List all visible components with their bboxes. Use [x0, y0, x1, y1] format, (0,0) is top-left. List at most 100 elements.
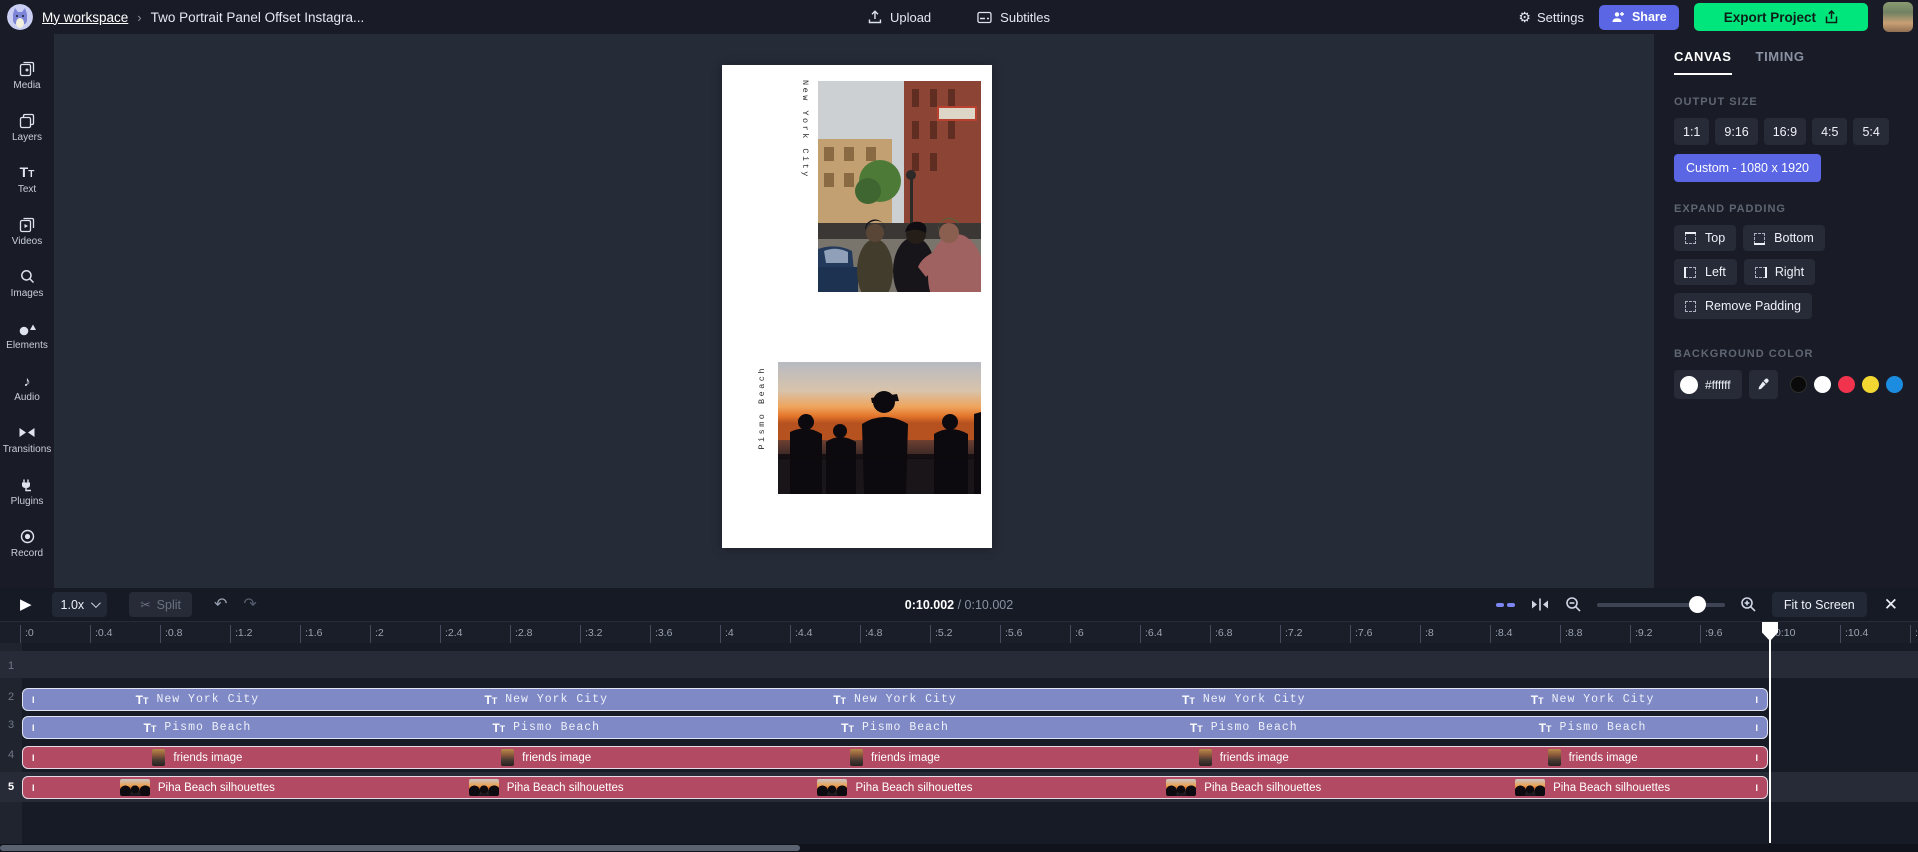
sidebar-item-text[interactable]: TT Text: [0, 164, 54, 196]
color-hex-button[interactable]: #ffffff: [1674, 370, 1742, 399]
video-canvas[interactable]: New York City Pismo Beach: [722, 65, 992, 548]
split-view-icon[interactable]: [1530, 597, 1550, 612]
color-swatch[interactable]: [1885, 376, 1903, 393]
project-title[interactable]: Two Portrait Panel Offset Instagra...: [151, 10, 365, 25]
canvas-text-new-york-city[interactable]: New York City: [800, 80, 810, 179]
sidebar-item-layers[interactable]: Layers: [0, 112, 54, 144]
share-label: Share: [1631, 10, 1667, 24]
export-project-button[interactable]: Export Project: [1693, 3, 1868, 31]
padding-button-remove-padding[interactable]: Remove Padding: [1674, 293, 1812, 319]
share-button[interactable]: Share: [1598, 4, 1679, 30]
topbar-center-actions: Upload Subtitles: [868, 0, 1050, 34]
ruler-tick: [1560, 625, 1561, 643]
text-clip-new-york-city[interactable]: TT New York City TT New York City TT New York…: [22, 688, 1768, 711]
clip-label: Piha Beach silhouettes: [157, 781, 275, 794]
sidebar-item-media[interactable]: Media: [0, 60, 54, 92]
play-button[interactable]: ▶: [20, 597, 32, 612]
sidebar-item-record[interactable]: Record: [0, 528, 54, 560]
color-swatch[interactable]: [1813, 376, 1831, 393]
sidebar-item-transitions[interactable]: Transitions: [0, 424, 54, 456]
text-clip-pismo-beach[interactable]: TTPismo BeachTTPismo BeachTTPismo BeachT…: [22, 716, 1768, 739]
padding-button-top[interactable]: Top: [1674, 225, 1737, 251]
sidebar-item-audio[interactable]: ♪ Audio: [0, 372, 54, 404]
timeline-ruler[interactable]: :0:0.4:0.8:1.2:1.6:2:2.4:2.8:3.2:3.6:4:4…: [0, 621, 1918, 643]
zoom-in-icon[interactable]: [1740, 596, 1757, 613]
upload-button[interactable]: Upload: [868, 10, 931, 25]
split-button[interactable]: ✂ Split: [129, 592, 192, 617]
eyedropper-icon: [1757, 378, 1770, 391]
image-clip-friends-image[interactable]: friends image friends image friends image f…: [22, 746, 1768, 769]
slider-knob[interactable]: [1689, 596, 1707, 613]
aspect-preset-1x1[interactable]: 1:1: [1674, 118, 1710, 145]
ruler-label: :3.2: [585, 627, 603, 639]
subtitles-label: Subtitles: [1000, 9, 1051, 25]
canvas-text-pismo-beach[interactable]: Pismo Beach: [757, 366, 767, 450]
sidebar-item-label: Record: [10, 548, 44, 559]
padding-button-right[interactable]: Right: [1743, 259, 1816, 285]
padding-button-left[interactable]: Left: [1674, 259, 1737, 285]
track-number: 1: [7, 660, 15, 672]
close-timeline-icon[interactable]: ✕: [1884, 596, 1898, 613]
undo-button[interactable]: ↶: [214, 596, 227, 613]
sidebar-item-elements[interactable]: Elements: [0, 320, 54, 352]
upload-label: Upload: [889, 9, 932, 25]
subtitles-button[interactable]: Subtitles: [977, 10, 1050, 25]
padding-button-bottom[interactable]: Bottom: [1743, 225, 1825, 251]
ruler-tick: [1630, 625, 1631, 643]
timeline-zoom-slider[interactable]: [1596, 596, 1725, 613]
friends-thumbnail: [1547, 749, 1561, 766]
playback-speed-button[interactable]: 1.0x: [51, 592, 108, 617]
sidebar-item-plugins[interactable]: Plugins: [0, 476, 54, 508]
custom-size-button[interactable]: Custom - 1080 x 1920: [1674, 154, 1821, 182]
snap-toggle-icon[interactable]: [1495, 602, 1515, 607]
current-time: 0:10.002: [904, 597, 955, 612]
ruler-label: :5.6: [1005, 627, 1023, 639]
timeline-right-controls: Fit to Screen ✕: [1495, 592, 1906, 617]
tab-timing[interactable]: TIMING: [1756, 49, 1805, 75]
fit-to-screen-button[interactable]: Fit to Screen: [1771, 592, 1867, 617]
playhead-line[interactable]: [1769, 624, 1771, 843]
workspace-link[interactable]: My workspace: [42, 10, 128, 25]
track-number: 5: [7, 781, 15, 793]
subtitles-icon: [977, 11, 992, 24]
horizontal-scrollbar[interactable]: [0, 845, 800, 851]
aspect-preset-5x4[interactable]: 5:4: [1853, 118, 1889, 145]
tab-canvas[interactable]: CANVAS: [1674, 49, 1732, 75]
clip-label: Pismo Beach: [1559, 721, 1647, 734]
settings-button[interactable]: ⚙ Settings: [1518, 10, 1584, 25]
ruler-tick: [1350, 625, 1351, 643]
clip-segment: Piha Beach silhouettes: [1069, 777, 1418, 798]
ruler-tick: [1910, 625, 1911, 643]
eyedropper-button[interactable]: [1748, 370, 1778, 399]
image-clip-piha-beach-silhouettes[interactable]: Piha Beach silhouettes Piha Beach silhoue…: [22, 776, 1768, 799]
sidebar-item-images[interactable]: Images: [0, 268, 54, 300]
sunset-thumbnail: [1515, 779, 1546, 796]
sidebar-item-label: Plugins: [10, 496, 44, 507]
friends-street-photo[interactable]: [818, 81, 981, 292]
color-swatch[interactable]: [1861, 376, 1879, 393]
top-bar: My workspace › Two Portrait Panel Offset…: [0, 0, 1918, 34]
ruler-tick: [1070, 625, 1071, 643]
aspect-preset-4x5[interactable]: 4:5: [1812, 118, 1848, 145]
color-swatch[interactable]: [1837, 376, 1855, 393]
clip-segment: TT Pismo Beach: [721, 717, 1070, 738]
aspect-preset-16x9[interactable]: 16:9: [1763, 118, 1807, 145]
kapwing-logo-icon[interactable]: [7, 4, 33, 30]
text-layer-icon: TT: [484, 692, 498, 707]
beach-silhouettes-photo[interactable]: [778, 362, 981, 494]
user-avatar[interactable]: [1883, 2, 1913, 32]
sunset-thumbnail: [468, 779, 499, 796]
clip-label: New York City: [156, 693, 260, 706]
breadcrumb-separator: ›: [137, 9, 142, 25]
ruler-label: :8.8: [1565, 627, 1583, 639]
aspect-preset-9x16[interactable]: 9:16: [1715, 118, 1758, 145]
ruler-tick: [160, 625, 161, 643]
sidebar-item-label: Media: [13, 80, 41, 91]
redo-button[interactable]: ↷: [243, 596, 256, 613]
sidebar-item-videos[interactable]: Videos: [0, 216, 54, 248]
color-swatch[interactable]: [1789, 376, 1807, 393]
zoom-out-icon[interactable]: [1565, 596, 1582, 613]
sunset-thumbnail: [1166, 779, 1197, 796]
text-layer-icon: TT: [1530, 692, 1544, 707]
share-person-icon: [1611, 11, 1625, 23]
